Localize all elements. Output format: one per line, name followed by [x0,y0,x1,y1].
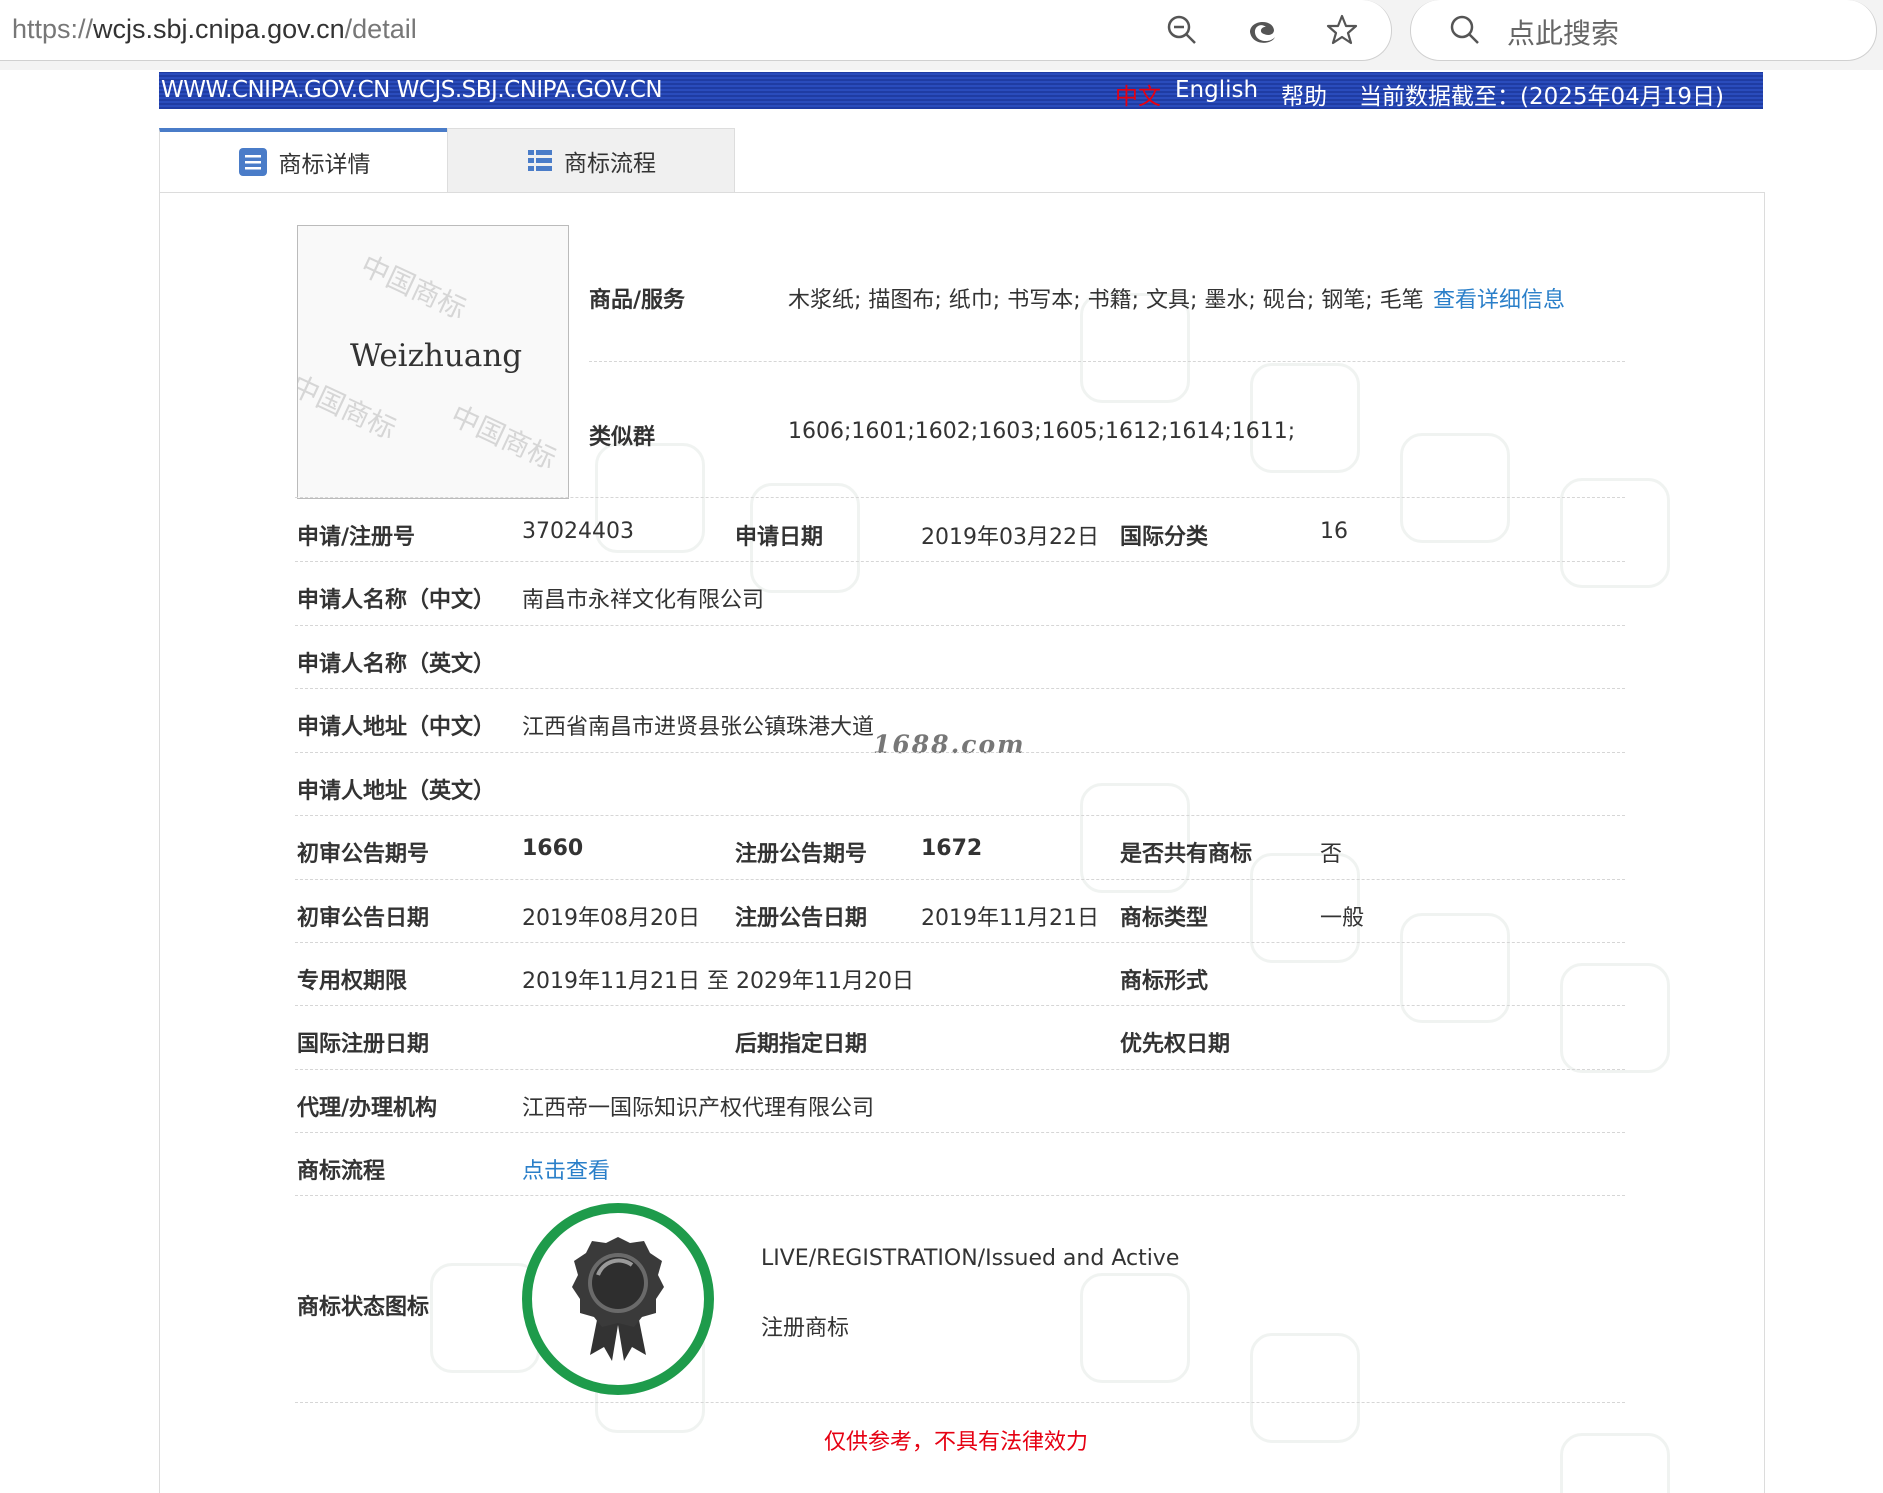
later-date-label: 后期指定日期 [735,1032,868,1057]
agent-label: 代理/办理机构 [297,1096,438,1121]
view-goods-detail-link[interactable]: 查看详细信息 [1433,282,1565,314]
search-box[interactable]: 点此搜索 [1410,0,1877,61]
browser-toolbar: https://wcjs.sbj.cnipa.gov.cn/detail 点此搜… [0,0,1883,70]
lang-english-link[interactable]: English [1175,77,1258,103]
favorite-star-icon[interactable] [1324,12,1360,48]
background-watermark [1400,433,1510,543]
row-divider [295,561,1625,562]
row-divider [295,688,1625,689]
registered-status-badge-icon [522,1203,714,1395]
address-cn-value: 江西省南昌市进贤县张公镇珠港大道 [522,715,875,740]
search-icon [1450,15,1479,44]
row-divider [295,752,1625,753]
row-divider [589,361,1625,362]
intl-class-label: 国际分类 [1120,525,1209,550]
app-date-label: 申请日期 [735,525,824,550]
reg-pub-no-value: 1672 [921,836,983,861]
status-chinese: 注册商标 [761,1316,850,1341]
background-watermark [1080,1273,1190,1383]
reg-pub-date-label: 注册公告日期 [735,906,868,931]
row-divider [295,1005,1625,1006]
row-divider [295,1132,1625,1133]
zoom-out-icon[interactable] [1164,12,1200,48]
prelim-no-label: 初审公告期号 [297,842,430,867]
reg-no-label: 申请/注册号 [297,525,416,550]
background-watermark [1560,963,1670,1073]
prelim-date-label: 初审公告日期 [297,906,430,931]
intl-reg-date-label: 国际注册日期 [297,1032,430,1057]
tab-trademark-detail[interactable]: 商标详情 [159,128,447,192]
tab-trademark-process[interactable]: 商标流程 [447,128,735,192]
prelim-no-value: 1660 [522,836,584,861]
row-divider [295,497,1625,498]
process-label: 商标流程 [297,1159,386,1184]
intl-class-value: 16 [1320,519,1348,544]
address-cn-label: 申请人地址（中文） [297,715,496,740]
similar-group-value: 1606;1601;1602;1603;1605;1612;1614;1611; [788,419,1296,444]
mark-type-label: 商标类型 [1120,906,1209,931]
site-watermark: 1688.com [873,730,1026,759]
mark-form-label: 商标形式 [1120,969,1209,994]
edge-icon[interactable] [1244,12,1280,48]
row-divider [295,879,1625,880]
row-divider [295,815,1625,816]
row-divider [295,625,1625,626]
applicant-cn-value: 南昌市永祥文化有限公司 [522,588,765,613]
site-banner: WWW.CNIPA.GOV.CN WCJS.SBJ.CNIPA.GOV.CN 中… [159,72,1763,111]
background-watermark [1560,478,1670,588]
detail-list-icon [238,148,267,176]
tab-bar: 商标详情 商标流程 [159,128,735,192]
status-icon-label: 商标状态图标 [297,1295,430,1320]
lang-chinese-link[interactable]: 中文 [1115,77,1161,111]
search-placeholder[interactable]: 点此搜索 [1507,12,1619,52]
goods-value: 木浆纸; 描图布; 纸巾; 书写本; 书籍; 文具; 墨水; 砚台; 钢笔; 毛… [788,288,1424,313]
row-divider [295,1402,1625,1403]
agent-value: 江西帝一国际知识产权代理有限公司 [522,1096,875,1121]
term-value: 2019年11月21日 至 2029年11月20日 [522,969,914,994]
site-domains: WWW.CNIPA.GOV.CN WCJS.SBJ.CNIPA.GOV.CN [161,77,663,103]
row-divider [295,1195,1625,1196]
reg-pub-no-label: 注册公告期号 [735,842,868,867]
address-en-label: 申请人地址（英文） [297,779,496,804]
trademark-image: 中国商标 中国商标 中国商标 Weizhuang [297,225,569,499]
background-watermark [1250,363,1360,473]
address-url[interactable]: https://wcjs.sbj.cnipa.gov.cn/detail [12,14,417,45]
data-cutoff-date: 当前数据截至：(2025年04月19日) [1359,84,1725,110]
trademark-word: Weizhuang [350,338,523,374]
view-process-link[interactable]: 点击查看 [522,1153,610,1185]
shared-value: 否 [1320,842,1343,867]
term-label: 专用权期限 [297,969,408,994]
background-watermark [1250,1333,1360,1443]
reg-pub-date-value: 2019年11月21日 [921,906,1099,931]
prelim-date-value: 2019年08月20日 [522,906,700,931]
status-english: LIVE/REGISTRATION/Issued and Active [761,1246,1180,1271]
goods-label: 商品/服务 [589,288,686,313]
help-link[interactable]: 帮助 [1281,77,1327,111]
row-divider [295,942,1625,943]
applicant-en-label: 申请人名称（英文） [297,652,496,677]
similar-group-label: 类似群 [589,425,656,450]
shared-label: 是否共有商标 [1120,842,1253,867]
row-divider [295,1069,1625,1070]
priority-date-label: 优先权日期 [1120,1032,1231,1057]
background-watermark [1560,1433,1670,1493]
mark-type-value: 一般 [1320,906,1365,931]
reg-no-value: 37024403 [522,519,634,544]
applicant-cn-label: 申请人名称（中文） [297,588,496,613]
app-date-value: 2019年03月22日 [921,525,1099,550]
background-watermark [1400,913,1510,1023]
grid-list-icon [528,149,552,171]
award-ribbon-icon [572,1237,664,1361]
address-bar[interactable]: https://wcjs.sbj.cnipa.gov.cn/detail [0,0,1392,61]
disclaimer-note: 仅供参考，不具有法律效力 [824,1430,1089,1455]
